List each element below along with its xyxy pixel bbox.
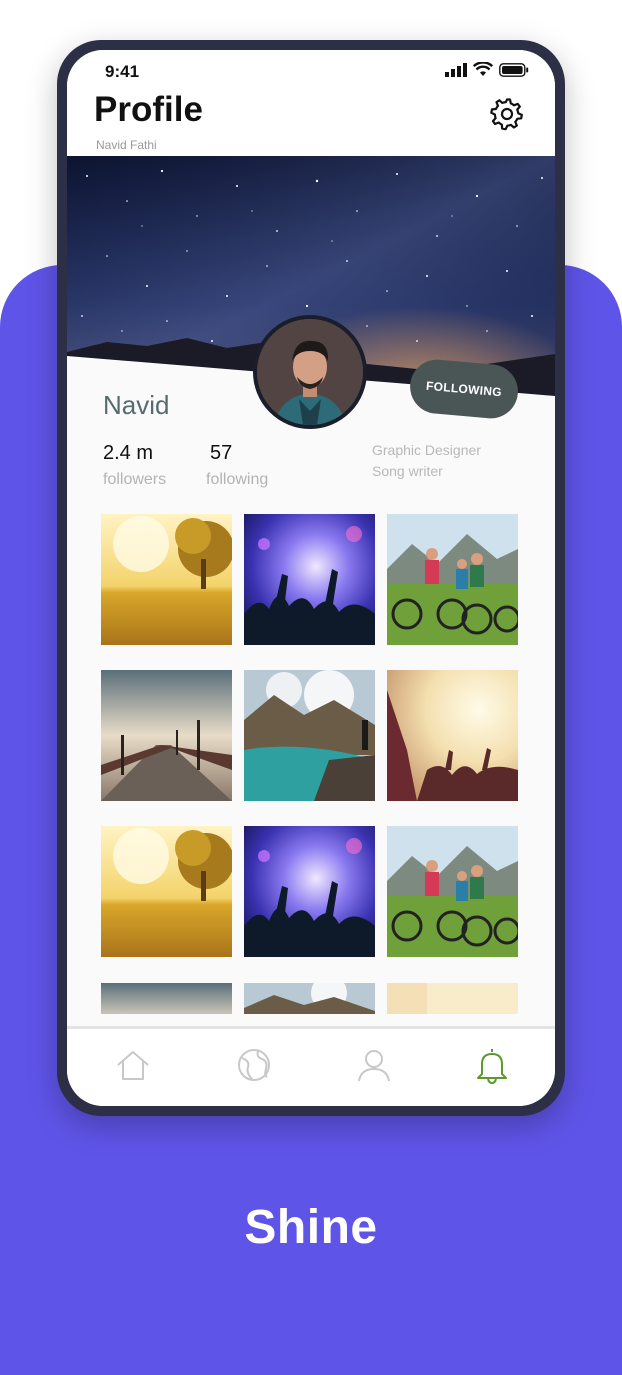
photo-tile[interactable] — [101, 826, 232, 957]
status-bar: 9:41 — [67, 50, 555, 90]
photo-tile[interactable] — [244, 826, 375, 957]
bell-icon[interactable] — [472, 1045, 512, 1085]
following-count[interactable]: 57 — [210, 442, 232, 465]
concert-crowd-photo — [244, 514, 375, 645]
avatar-portrait-image — [257, 319, 363, 425]
mountain-lake-photo — [244, 983, 375, 1014]
cyclists-selfie-photo — [387, 514, 518, 645]
photo-tile[interactable] — [387, 983, 518, 1014]
following-label: following — [206, 471, 269, 488]
gear-icon[interactable] — [489, 96, 525, 132]
home-icon[interactable] — [113, 1045, 153, 1085]
photo-tile[interactable] — [387, 514, 518, 645]
pier-sunset-photo — [101, 983, 232, 1014]
followers-label: followers — [103, 471, 167, 488]
followers-count[interactable]: 2.4 m — [103, 442, 153, 465]
bio-line-2: Song writer — [372, 463, 443, 479]
profile-name: Navid — [103, 390, 170, 420]
app-screen: 9:41 Profile Navid Fathi FOLLOWING Navid… — [67, 50, 555, 1106]
photo-tile[interactable] — [101, 983, 232, 1014]
festival-hands-photo — [387, 983, 518, 1014]
status-icons — [445, 62, 529, 77]
following-button[interactable]: FOLLOWING — [407, 357, 521, 421]
user-icon[interactable] — [354, 1045, 394, 1085]
mountain-lake-photo — [244, 670, 375, 801]
wheat-field-photo — [101, 826, 232, 957]
festival-hands-photo — [387, 670, 518, 801]
wheat-field-photo — [101, 514, 232, 645]
avatar[interactable] — [253, 315, 367, 429]
page-subtitle: Navid Fathi — [96, 138, 157, 152]
photo-tile[interactable] — [101, 670, 232, 801]
photo-tile[interactable] — [387, 670, 518, 801]
photo-tile[interactable] — [244, 670, 375, 801]
photo-grid — [101, 514, 521, 1014]
bottom-tab-bar — [67, 1026, 555, 1106]
phone-frame: 9:41 Profile Navid Fathi FOLLOWING Navid… — [57, 40, 565, 1116]
wifi-icon — [473, 62, 493, 76]
photo-tile[interactable] — [244, 514, 375, 645]
photo-tile[interactable] — [387, 826, 518, 957]
cyclists-selfie-photo — [387, 826, 518, 957]
promo-tagline: Shine — [244, 1201, 378, 1254]
promo-canvas: 9:41 Profile Navid Fathi FOLLOWING Navid… — [0, 0, 622, 1375]
cellular-signal-icon — [445, 62, 467, 77]
photo-tile[interactable] — [244, 983, 375, 1014]
status-time: 9:41 — [105, 62, 140, 81]
pier-sunset-photo — [101, 670, 232, 801]
battery-icon — [499, 62, 529, 77]
header-bar: 9:41 Profile Navid Fathi — [67, 50, 555, 156]
concert-crowd-photo — [244, 826, 375, 957]
globe-icon[interactable] — [234, 1045, 274, 1085]
page-title: Profile — [94, 90, 203, 129]
photo-tile[interactable] — [101, 514, 232, 645]
bio-line-1: Graphic Designer — [372, 442, 481, 458]
